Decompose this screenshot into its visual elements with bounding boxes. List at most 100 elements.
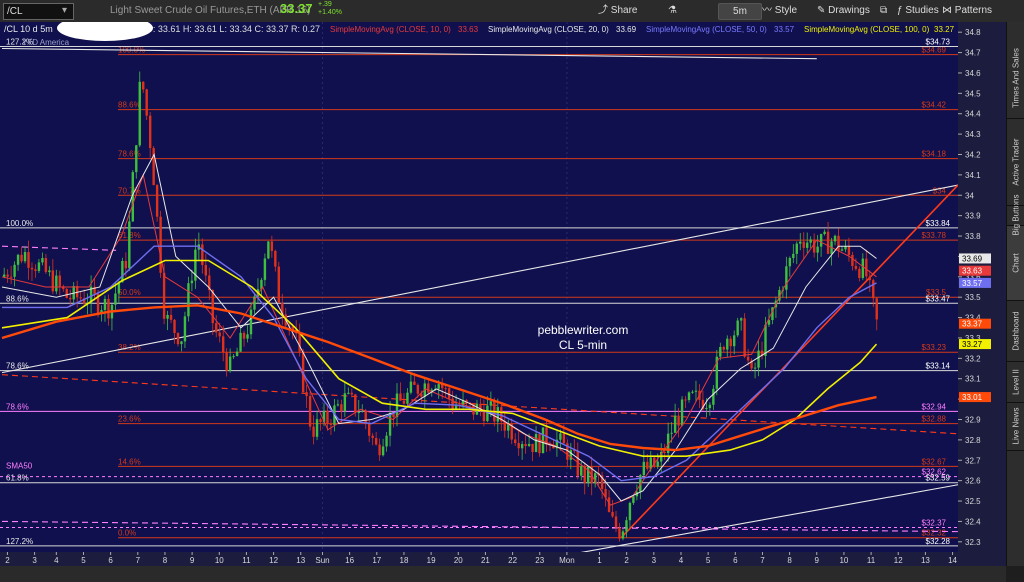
- candle-body: [719, 347, 722, 357]
- time-tick-label: Sun: [315, 556, 329, 565]
- candle-body: [799, 241, 802, 244]
- price-change: +.39 +1.40%: [318, 1, 342, 16]
- candle-body: [694, 390, 698, 392]
- style-button[interactable]: 〰 Style: [762, 3, 797, 18]
- candle-body: [225, 352, 228, 371]
- share-button[interactable]: ⤴ Share: [598, 3, 637, 18]
- candle-body: [646, 461, 649, 469]
- candle-body: [733, 335, 736, 347]
- candle-body: [809, 239, 812, 243]
- share-icon: ⤴: [598, 5, 611, 16]
- time-tick-label: 3: [652, 556, 657, 565]
- sidebar-tab-chart[interactable]: Chart: [1007, 225, 1024, 301]
- candle-body: [155, 185, 159, 217]
- sidebar-tab-level-ii[interactable]: Level II: [1007, 361, 1024, 403]
- candle-body: [851, 254, 854, 266]
- candle-body: [663, 451, 666, 453]
- time-tick-label: 23: [535, 556, 544, 565]
- interval-button[interactable]: 5m: [718, 3, 762, 20]
- candle-body: [274, 250, 277, 267]
- candle-body: [454, 405, 458, 409]
- top-toolbar: /CL ▾ Light Sweet Crude Oil Futures,ETH …: [0, 0, 1024, 23]
- price-tag-label: 33.01: [962, 393, 983, 402]
- time-tick-label: 12: [894, 556, 903, 565]
- sidebar-tab-dashboard[interactable]: Dashboard: [1007, 300, 1024, 362]
- price-tick-label: 33.2: [965, 354, 981, 363]
- flask-button[interactable]: ⚗: [668, 3, 677, 18]
- sidebar-tab-big-buttons[interactable]: Big Buttons: [1007, 195, 1024, 235]
- candle-body: [406, 392, 409, 404]
- sidebar-tab-active-trader[interactable]: Active Trader: [1007, 118, 1024, 206]
- candle-body: [764, 324, 767, 356]
- candle-body: [148, 115, 152, 149]
- time-tick-label: 7: [136, 556, 141, 565]
- candle-body: [872, 280, 875, 299]
- white-level-price: $33.47: [926, 294, 951, 303]
- candle-body: [785, 266, 788, 290]
- price-tick-label: 34: [965, 191, 974, 200]
- time-tick-label: 5: [706, 556, 711, 565]
- time-tick-label: 17: [372, 556, 381, 565]
- candle-body: [121, 260, 124, 283]
- price-tag-label: 33.69: [962, 254, 983, 263]
- candle-body: [190, 280, 194, 284]
- candle-body: [489, 401, 493, 406]
- candle-body: [402, 400, 406, 404]
- bottom-scrollbar[interactable]: [0, 566, 1006, 582]
- candle-body: [34, 269, 37, 271]
- sidebar-tab-times-and-sales[interactable]: Times And Sales: [1007, 38, 1024, 119]
- price-tick-label: 34.8: [965, 28, 981, 37]
- flask-icon: ⚗: [668, 5, 677, 16]
- studies-button[interactable]: ƒ Studies: [897, 3, 939, 18]
- share-label: Share: [610, 5, 638, 16]
- candle-body: [103, 298, 107, 311]
- fib-price-label: $34.18: [922, 150, 947, 159]
- candle-body: [378, 444, 381, 456]
- copy-icon[interactable]: ⧉: [880, 3, 887, 18]
- candle-body: [840, 249, 844, 251]
- patterns-icon: ⋈: [942, 5, 955, 16]
- candle-body: [187, 283, 190, 317]
- time-tick-label: 8: [787, 556, 792, 565]
- chart-canvas[interactable]: 100.0%$34.6988.6%$34.4278.6%$34.1870.7%$…: [0, 15, 1006, 566]
- magenta-level-price: $32.37: [922, 519, 947, 528]
- candle-body: [65, 289, 68, 298]
- candle-body: [399, 393, 402, 401]
- candle-body: [135, 145, 138, 173]
- candle-body: [712, 388, 715, 405]
- candle-body: [211, 290, 214, 324]
- symbol-dropdown-icon[interactable]: ▾: [62, 3, 67, 18]
- candle-body: [23, 252, 27, 262]
- price-tick-label: 33.8: [965, 232, 981, 241]
- candle-body: [44, 257, 48, 273]
- candle-body: [51, 270, 55, 292]
- drawings-button[interactable]: ✎ Drawings: [817, 3, 870, 18]
- style-icon: 〰: [762, 5, 775, 16]
- candle-body: [37, 262, 41, 271]
- price-chart[interactable]: 100.0%$34.6988.6%$34.4278.6%$34.1870.7%$…: [0, 15, 1006, 566]
- candle-body: [343, 393, 347, 412]
- study-value: 33.63: [458, 25, 479, 34]
- time-tick-label: 5: [81, 556, 86, 565]
- candle-body: [145, 89, 148, 116]
- time-tick-label: 10: [215, 556, 224, 565]
- fib-price-label: $33.23: [922, 343, 947, 352]
- candle-body: [361, 410, 364, 412]
- white-level-price: $33.14: [926, 362, 951, 371]
- study-label: SimpleMovingAvg (CLOSE, 20, 0): [488, 25, 609, 34]
- candle-body: [837, 235, 840, 251]
- candle-body: [114, 293, 117, 305]
- time-tick-label: 22: [508, 556, 517, 565]
- patterns-button[interactable]: ⋈ Patterns: [942, 3, 992, 18]
- candle-body: [319, 419, 322, 423]
- candle-body: [847, 245, 851, 255]
- time-tick-label: Mon: [559, 556, 575, 565]
- candle-body: [538, 434, 541, 454]
- candle-body: [263, 258, 267, 280]
- fib-price-label: $33.78: [922, 231, 947, 240]
- sidebar-tab-live-news[interactable]: Live News: [1007, 402, 1024, 451]
- candle-body: [746, 356, 750, 361]
- study-label: SimpleMovingAvg (CLOSE, 100, 0): [804, 25, 930, 34]
- candle-body: [305, 392, 308, 397]
- candle-body: [614, 516, 618, 528]
